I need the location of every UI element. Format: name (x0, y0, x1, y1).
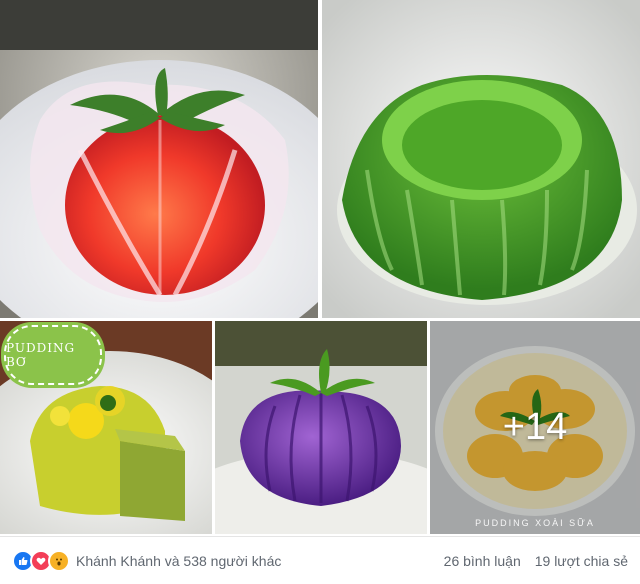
photo-grid: PUDDING BƠ +14 PUDDING XOÀI SỮA (0, 0, 640, 536)
pandan-jelly-image (322, 0, 640, 318)
photo-strawberry-jelly[interactable] (0, 0, 318, 318)
reaction-icons[interactable] (12, 549, 70, 572)
purple-sweet-potato-image (215, 321, 427, 534)
wow-icon (48, 549, 70, 572)
mango-pudding-watermark: PUDDING XOÀI SỮA (475, 518, 595, 528)
engagement-counts: 26 bình luận 19 lượt chia sẻ (444, 553, 628, 569)
photo-pandan-jelly[interactable] (322, 0, 640, 318)
pudding-bo-badge: PUDDING BƠ (4, 325, 102, 385)
shares-count-link[interactable]: 19 lượt chia sẻ (535, 553, 628, 569)
comments-count-link[interactable]: 26 bình luận (444, 553, 521, 569)
photo-purple-sweet-potato[interactable] (215, 321, 427, 534)
photo-avocado-pudding[interactable]: PUDDING BƠ (0, 321, 212, 534)
strawberry-jelly-image (0, 0, 318, 318)
photo-mango-pudding[interactable]: +14 PUDDING XOÀI SỮA (430, 321, 640, 534)
mango-pudding-image (430, 321, 640, 534)
post-footer: Khánh Khánh và 538 người khác 26 bình lu… (0, 536, 640, 584)
reaction-summary[interactable]: Khánh Khánh và 538 người khác (76, 553, 281, 569)
